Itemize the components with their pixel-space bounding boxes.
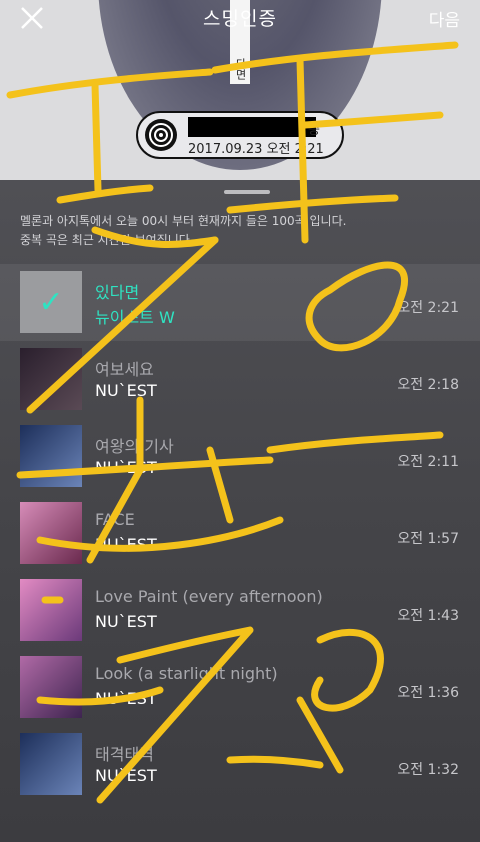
album-thumbnail — [20, 502, 82, 564]
vinyl-icon — [145, 119, 177, 151]
info-line-2: 중복 곡은 최근 시간만 보여집니다. — [20, 233, 194, 247]
song-artist: 뉴이스트 W — [95, 308, 175, 327]
album-thumbnail — [20, 348, 82, 410]
album-thumbnail — [20, 656, 82, 718]
badge-datetime: 2017.09.23 오전 2:21 — [188, 142, 324, 157]
song-row[interactable]: 태격태격 NU`EST 오전 1:32 — [0, 726, 480, 803]
song-time: 오전 1:57 — [397, 531, 459, 547]
song-time: 오전 2:11 — [397, 454, 459, 470]
badge-suffix: 증 — [308, 123, 320, 138]
song-time: 오전 1:43 — [397, 608, 459, 624]
album-thumbnail: ✓ — [20, 271, 82, 333]
song-artist: NU`EST — [95, 535, 157, 554]
song-row[interactable]: 여왕의 기사 NU`EST 오전 2:11 — [0, 418, 480, 495]
song-artist: NU`EST — [95, 612, 157, 631]
song-row[interactable]: 여보세요 NU`EST 오전 2:18 — [0, 341, 480, 418]
song-time: 오전 1:32 — [397, 762, 459, 778]
song-row[interactable]: FACE NU`EST 오전 1:57 — [0, 495, 480, 572]
redacted-username — [188, 117, 316, 137]
song-title: 여왕의 기사 — [95, 437, 174, 456]
next-button[interactable]: 다음 — [429, 6, 460, 31]
song-title: Look (a starlight night) — [95, 664, 278, 683]
song-title: 태격태격 — [95, 745, 154, 764]
song-artist: NU`EST — [95, 766, 157, 785]
song-artist: NU`EST — [95, 689, 157, 708]
song-title: FACE — [95, 510, 135, 529]
song-time: 오전 2:21 — [397, 300, 459, 316]
song-title: 여보세요 — [95, 360, 154, 379]
info-line-1: 멜론과 아지톡에서 오늘 00시 부터 현재까지 들은 100곡 입니다. — [20, 214, 347, 228]
certification-badge: 증 2017.09.23 오전 2:21 — [136, 111, 344, 159]
album-thumbnail — [20, 425, 82, 487]
album-thumbnail — [20, 733, 82, 795]
song-list: ✓ 있다면 뉴이스트 W 오전 2:21 여보세요 NU`EST 오전 2:18… — [0, 264, 480, 803]
song-row[interactable]: ✓ 있다면 뉴이스트 W 오전 2:21 — [0, 264, 480, 341]
song-title: Love Paint (every afternoon) — [95, 587, 323, 606]
song-title: 있다면 — [95, 283, 140, 302]
song-row[interactable]: Love Paint (every afternoon) NU`EST 오전 1… — [0, 572, 480, 649]
song-artist: NU`EST — [95, 458, 157, 477]
song-row[interactable]: Look (a starlight night) NU`EST 오전 1:36 — [0, 649, 480, 726]
song-artist: NU`EST — [95, 381, 157, 400]
info-text: 멜론과 아지톡에서 오늘 00시 부터 현재까지 들은 100곡 입니다. 중복… — [20, 212, 460, 250]
page-title: 스밍인증 — [203, 8, 277, 30]
song-time: 오전 2:18 — [397, 377, 459, 393]
album-thumbnail — [20, 579, 82, 641]
drag-handle[interactable] — [224, 190, 270, 194]
check-icon: ✓ — [20, 271, 82, 333]
song-time: 오전 1:36 — [397, 685, 459, 701]
history-panel: 멜론과 아지톡에서 오늘 00시 부터 현재까지 들은 100곡 입니다. 중복… — [0, 180, 480, 842]
hero-strip-text: 다면 — [234, 58, 247, 80]
